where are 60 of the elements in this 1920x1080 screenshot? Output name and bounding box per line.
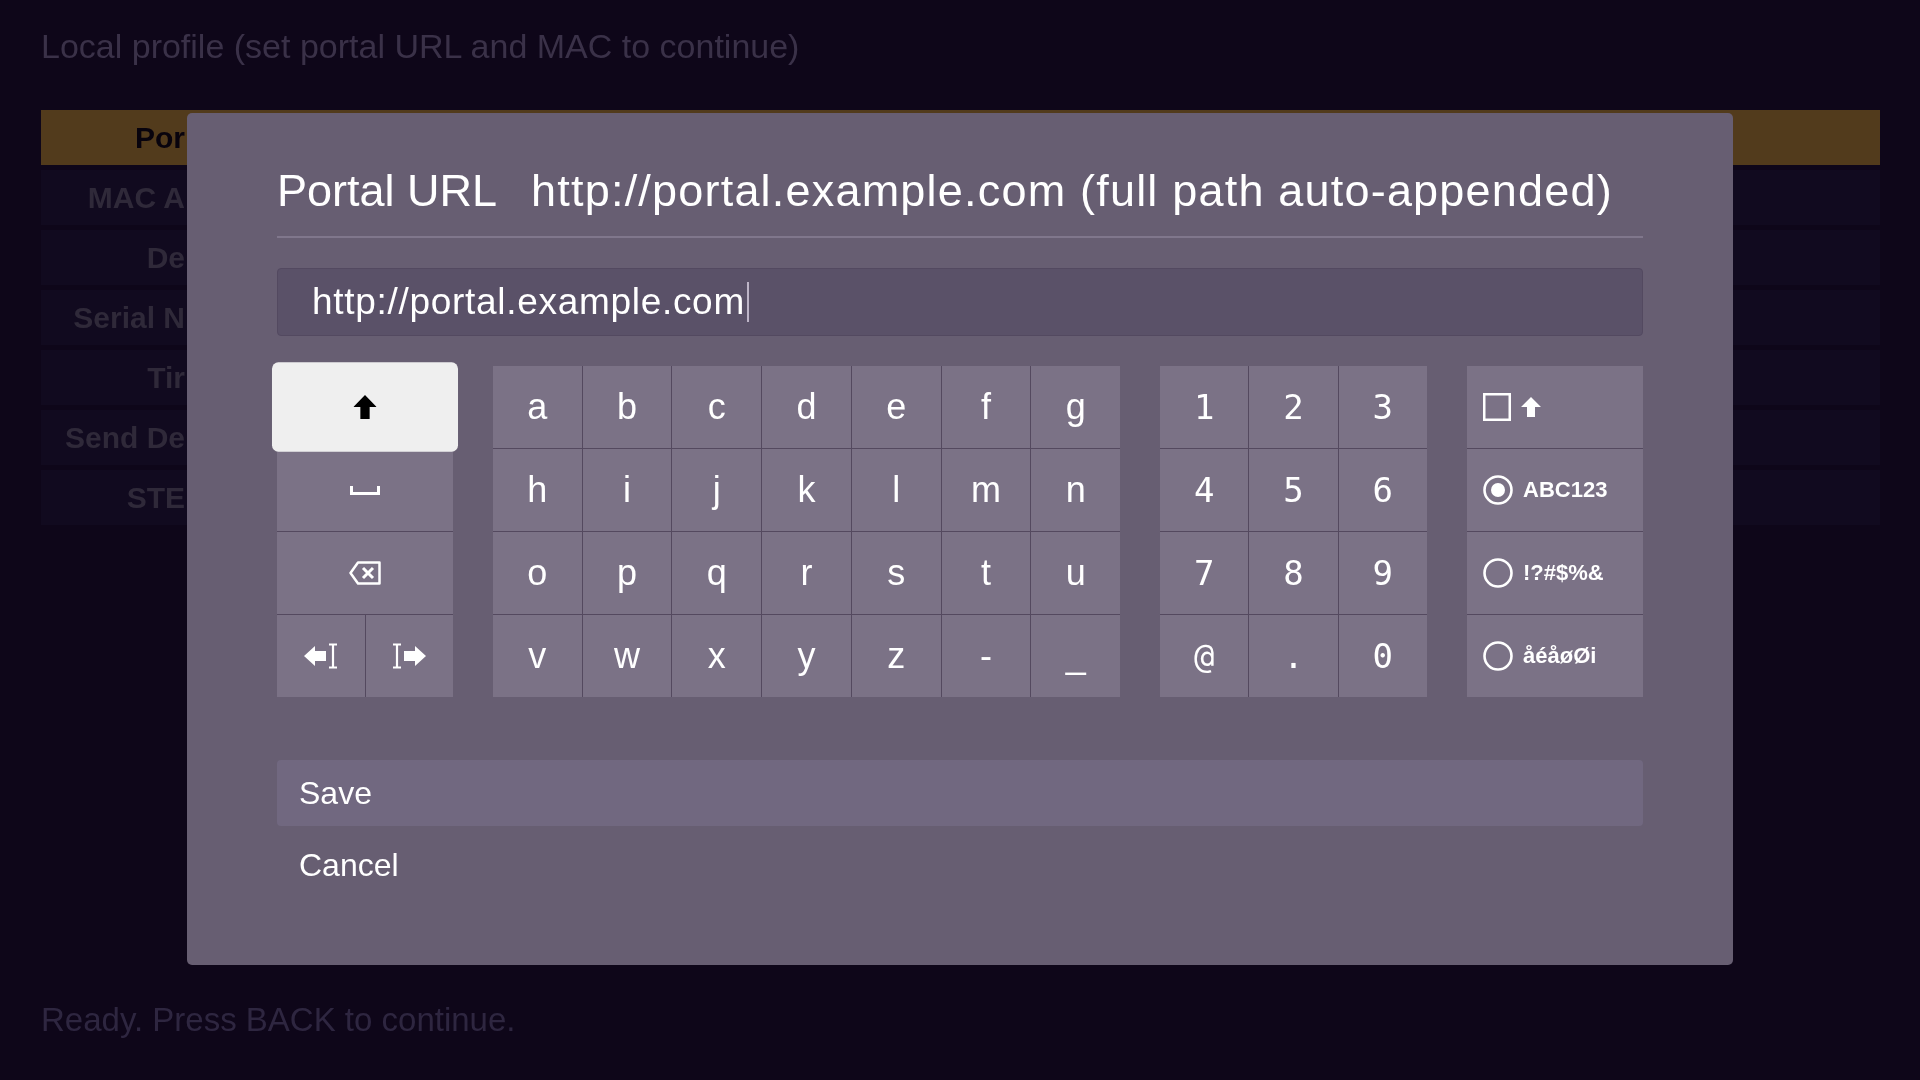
cursor-right-key[interactable] [365,615,453,697]
letter-key[interactable]: k [762,449,851,531]
number-key[interactable]: . [1249,615,1338,697]
space-bar-icon [350,485,380,495]
number-key[interactable]: 7 [1160,532,1249,614]
input-mode-option[interactable]: åéåøØi [1467,615,1643,697]
number-key[interactable]: 3 [1338,366,1427,448]
letter-key[interactable]: f [941,366,1031,448]
cursor-left-key[interactable] [277,615,365,697]
letter-key[interactable]: l [851,449,941,531]
letter-key[interactable]: s [851,532,941,614]
url-input-field[interactable]: http://portal.example.com [277,268,1643,336]
letter-key[interactable]: w [582,615,672,697]
space-key[interactable] [277,449,453,531]
letter-key[interactable]: r [762,532,851,614]
number-key[interactable]: 5 [1249,449,1338,531]
text-cursor-icon [746,282,749,322]
letter-key[interactable]: j [672,449,762,531]
backspace-key[interactable] [277,532,453,614]
left-arrow-cursor-icon [303,643,338,669]
number-key[interactable]: 1 [1160,366,1249,448]
dialog-action-button[interactable]: Cancel [277,832,1643,898]
up-arrow-icon [1521,397,1541,417]
number-key[interactable]: 8 [1249,532,1338,614]
dialog-title: Portal URL [277,164,498,218]
input-mode-option[interactable]: ABC123 [1467,449,1643,531]
number-key[interactable]: 6 [1338,449,1427,531]
letter-key[interactable]: z [851,615,941,697]
caps-lock-toggle[interactable] [1467,366,1643,448]
number-key[interactable]: 4 [1160,449,1249,531]
letter-key[interactable]: _ [1031,615,1120,697]
up-arrow-icon [353,395,377,419]
number-key[interactable]: @ [1160,615,1249,697]
number-key[interactable]: 0 [1338,615,1427,697]
input-mode-option[interactable]: !?#$%& [1467,532,1643,614]
letter-key[interactable]: b [582,366,672,448]
number-key[interactable]: 2 [1249,366,1338,448]
letter-key[interactable]: p [582,532,672,614]
letter-key[interactable]: m [941,449,1031,531]
letter-key[interactable]: i [582,449,672,531]
letter-key[interactable]: - [941,615,1031,697]
letter-key[interactable]: y [762,615,851,697]
letter-key[interactable]: c [672,366,762,448]
letter-key[interactable]: h [493,449,582,531]
dialog-action-button[interactable]: Save [277,760,1643,826]
letter-key[interactable]: v [493,615,582,697]
letter-key[interactable]: a [493,366,582,448]
number-key[interactable]: 9 [1338,532,1427,614]
letter-key[interactable]: d [762,366,851,448]
letter-key[interactable]: u [1031,532,1120,614]
letter-key[interactable]: o [493,532,582,614]
letter-key[interactable]: t [941,532,1031,614]
backspace-icon [349,561,381,585]
letter-key[interactable]: x [672,615,762,697]
letter-key[interactable]: q [672,532,762,614]
letter-key[interactable]: e [851,366,941,448]
letter-key[interactable]: n [1031,449,1120,531]
letter-key[interactable]: g [1031,366,1120,448]
right-arrow-cursor-icon [392,643,427,669]
dialog-subtitle: http://portal.example.com (full path auto-appended) [531,164,1613,218]
